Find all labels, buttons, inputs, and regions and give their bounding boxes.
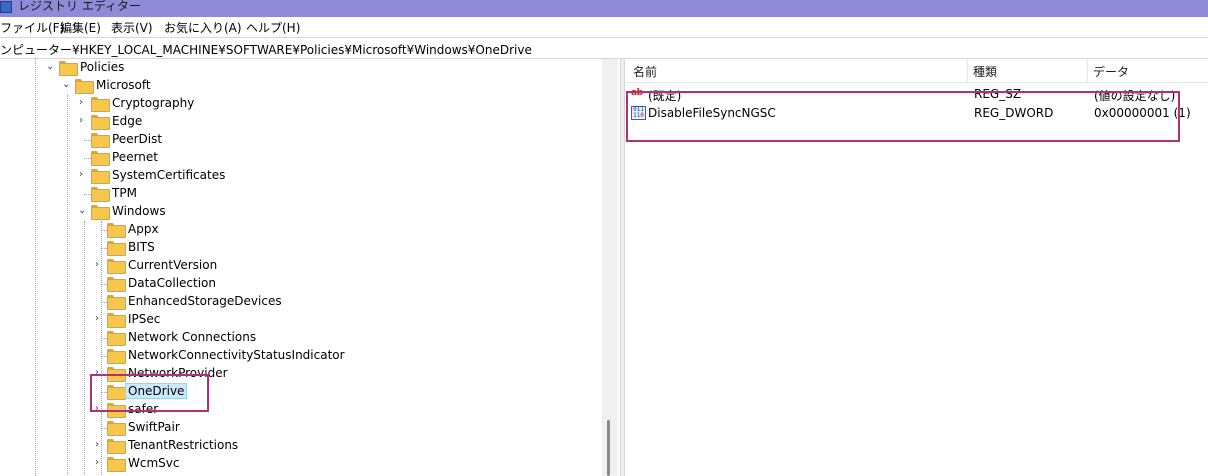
tree-node-networkconnectivitystatusindicator[interactable]: NetworkConnectivityStatusIndicator xyxy=(92,347,422,365)
menu-bar: ファイル(F) 編集(E) 表示(V) お気に入り(A) ヘルプ(H) xyxy=(0,17,1208,37)
tree-label: Network Connections xyxy=(128,330,257,344)
tree-guide-line xyxy=(84,158,91,159)
tree-label: EnhancedStorageDevices xyxy=(128,294,282,308)
tree-label: BITS xyxy=(128,240,155,254)
folder-open-icon xyxy=(75,79,94,94)
tree-scrollbar-thumb[interactable] xyxy=(607,420,610,476)
folder-icon xyxy=(107,349,126,364)
chevron-down-icon[interactable]: ⌄ xyxy=(78,206,88,216)
menu-help[interactable]: ヘルプ(H) xyxy=(246,19,300,36)
registry-editor-app-icon xyxy=(0,1,12,13)
folder-icon xyxy=(107,313,126,328)
tree-label: NetworkConnectivityStatusIndicator xyxy=(128,348,345,362)
tree-label: CurrentVersion xyxy=(128,258,218,272)
menu-file[interactable]: ファイル(F) xyxy=(0,19,64,36)
tree-node-peerdist[interactable]: PeerDist xyxy=(76,131,296,149)
tree-node-enhancedstoragedevices[interactable]: EnhancedStorageDevices xyxy=(92,293,392,311)
column-header-type[interactable]: 種類 xyxy=(973,63,997,80)
tree-node-wcmsvc[interactable]: › WcmSvc xyxy=(92,455,392,473)
folder-icon xyxy=(107,277,126,292)
tree-node-tpm[interactable]: TPM xyxy=(76,185,296,203)
column-separator[interactable] xyxy=(1087,59,1088,83)
folder-icon xyxy=(107,439,126,454)
tree-node-bits[interactable]: BITS xyxy=(92,239,392,257)
folder-icon xyxy=(91,97,110,112)
tree-node-windows[interactable]: ⌄ Windows xyxy=(76,203,296,221)
menu-view[interactable]: 表示(V) xyxy=(111,19,153,36)
tree-label: PeerDist xyxy=(112,132,163,146)
tree-scrollbar[interactable] xyxy=(602,59,618,476)
menu-edit[interactable]: 編集(E) xyxy=(60,19,101,36)
column-header-data[interactable]: データ xyxy=(1093,63,1129,80)
folder-icon xyxy=(91,115,110,130)
tree-node-policies[interactable]: ⌄ Policies xyxy=(44,59,244,77)
window-title: レジストリ エディター xyxy=(18,0,141,13)
chevron-down-icon[interactable]: ⌄ xyxy=(46,62,56,72)
tree-label: SystemCertificates xyxy=(112,168,226,182)
address-bar[interactable]: ンピューター¥HKEY_LOCAL_MACHINE¥SOFTWARE¥Polic… xyxy=(0,37,1208,59)
folder-icon xyxy=(91,151,110,166)
folder-icon xyxy=(107,331,126,346)
folder-icon xyxy=(107,223,126,238)
tree-label: Appx xyxy=(128,222,159,236)
tree-label: SwiftPair xyxy=(128,420,180,434)
tree-label: IPSec xyxy=(128,312,161,326)
menu-favorites[interactable]: お気に入り(A) xyxy=(164,19,242,36)
chevron-right-icon[interactable]: › xyxy=(95,260,105,270)
chevron-right-icon[interactable]: › xyxy=(79,170,89,180)
chevron-right-icon[interactable]: › xyxy=(95,458,105,468)
folder-icon xyxy=(91,169,110,184)
tree-guide-line xyxy=(67,95,68,476)
tree-node-systemcertificates[interactable]: › SystemCertificates xyxy=(76,167,296,185)
key-tree-pane[interactable]: ⌄ Policies ⌄ Microsoft › Cryptography › … xyxy=(0,59,620,476)
tree-label: Edge xyxy=(112,114,143,128)
tree-node-microsoft[interactable]: ⌄ Microsoft xyxy=(60,77,260,95)
tree-label: Windows xyxy=(112,204,166,218)
list-header: 名前 種類 データ xyxy=(625,59,1208,83)
tree-node-swiftpair[interactable]: SwiftPair xyxy=(92,419,392,437)
tree-label: Microsoft xyxy=(96,78,151,92)
folder-icon xyxy=(107,421,126,436)
chevron-right-icon[interactable]: › xyxy=(79,116,89,126)
annotation-box-disablefilesyncngsc xyxy=(626,91,1180,142)
folder-icon xyxy=(107,457,126,472)
tree-guide-line xyxy=(35,59,36,476)
tree-label: WcmSvc xyxy=(128,456,180,470)
tree-node-network-connections[interactable]: Network Connections xyxy=(92,329,392,347)
tree-label: DataCollection xyxy=(128,276,217,290)
tree-guide-line xyxy=(84,194,91,195)
tree-guide-line xyxy=(84,221,85,476)
tree-label: Cryptography xyxy=(112,96,195,110)
column-header-name[interactable]: 名前 xyxy=(633,63,657,80)
address-path[interactable]: ンピューター¥HKEY_LOCAL_MACHINE¥SOFTWARE¥Polic… xyxy=(0,41,532,58)
folder-open-icon xyxy=(91,205,110,220)
chevron-right-icon[interactable]: › xyxy=(95,440,105,450)
tree-node-ipsec[interactable]: › IPSec xyxy=(92,311,392,329)
tree-node-edge[interactable]: › Edge xyxy=(76,113,296,131)
tree-label: TPM xyxy=(112,186,137,200)
chevron-down-icon[interactable]: ⌄ xyxy=(62,80,72,90)
folder-open-icon xyxy=(59,61,78,76)
tree-label: Peernet xyxy=(112,150,158,164)
column-separator[interactable] xyxy=(967,59,968,83)
annotation-box-onedrive xyxy=(90,374,209,412)
folder-icon xyxy=(107,241,126,256)
tree-label: Policies xyxy=(80,60,125,74)
tree-node-datacollection[interactable]: DataCollection xyxy=(92,275,392,293)
title-bar: レジストリ エディター xyxy=(0,0,1208,17)
folder-icon xyxy=(91,187,110,202)
tree-guide-line xyxy=(84,140,91,141)
folder-icon xyxy=(91,133,110,148)
folder-icon xyxy=(107,295,126,310)
folder-icon xyxy=(107,259,126,274)
tree-label: TenantRestrictions xyxy=(128,438,239,452)
tree-node-appx[interactable]: Appx xyxy=(92,221,392,239)
chevron-right-icon[interactable]: › xyxy=(79,98,89,108)
tree-node-tenantrestrictions[interactable]: › TenantRestrictions xyxy=(92,437,392,455)
tree-node-currentversion[interactable]: › CurrentVersion xyxy=(92,257,392,275)
chevron-right-icon[interactable]: › xyxy=(95,314,105,324)
tree-node-peernet[interactable]: Peernet xyxy=(76,149,296,167)
tree-node-cryptography[interactable]: › Cryptography xyxy=(76,95,296,113)
